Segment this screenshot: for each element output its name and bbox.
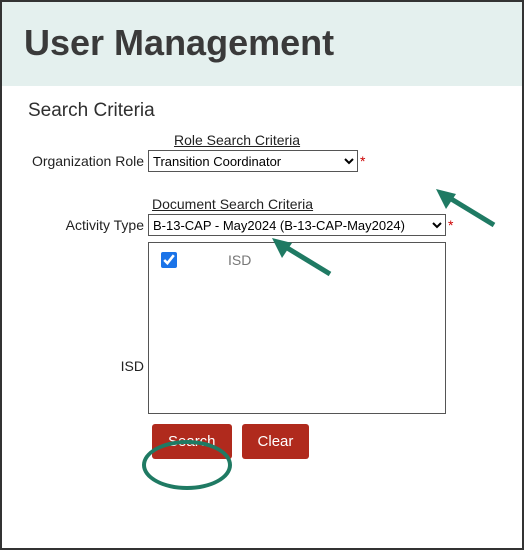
isd-item-label: ISD	[228, 252, 251, 268]
isd-row: ISD ISD	[28, 242, 496, 414]
org-role-row: Organization Role Transition Coordinator…	[28, 150, 496, 172]
list-item[interactable]: ISD	[157, 249, 437, 271]
isd-listbox[interactable]: ISD	[148, 242, 446, 414]
search-button[interactable]: Search	[152, 424, 232, 459]
page-title: User Management	[24, 22, 500, 64]
page-header: User Management	[2, 2, 522, 86]
isd-label: ISD	[28, 358, 148, 374]
required-indicator: *	[360, 153, 365, 169]
button-row: Search Clear	[152, 424, 496, 459]
section-title: Search Criteria	[28, 100, 496, 122]
activity-type-label: Activity Type	[28, 217, 148, 233]
doc-group-title-wrap: Document Search Criteria	[152, 196, 496, 212]
org-role-label: Organization Role	[28, 153, 148, 169]
app-frame: User Management Search Criteria Role Sea…	[0, 0, 524, 550]
activity-type-select[interactable]: B-13-CAP - May2024 (B-13-CAP-May2024)	[148, 214, 446, 236]
isd-checkbox[interactable]	[161, 252, 177, 268]
role-group-title: Role Search Criteria	[174, 132, 496, 148]
document-group: Document Search Criteria Activity Type B…	[28, 196, 496, 459]
org-role-select[interactable]: Transition Coordinator	[148, 150, 358, 172]
doc-group-title: Document Search Criteria	[152, 196, 496, 212]
search-criteria-panel: Search Criteria Role Search Criteria Org…	[2, 86, 522, 477]
required-indicator: *	[448, 217, 453, 233]
role-group-title-wrap: Role Search Criteria	[174, 132, 496, 148]
activity-type-row: Activity Type B-13-CAP - May2024 (B-13-C…	[28, 214, 496, 236]
clear-button[interactable]: Clear	[242, 424, 310, 459]
